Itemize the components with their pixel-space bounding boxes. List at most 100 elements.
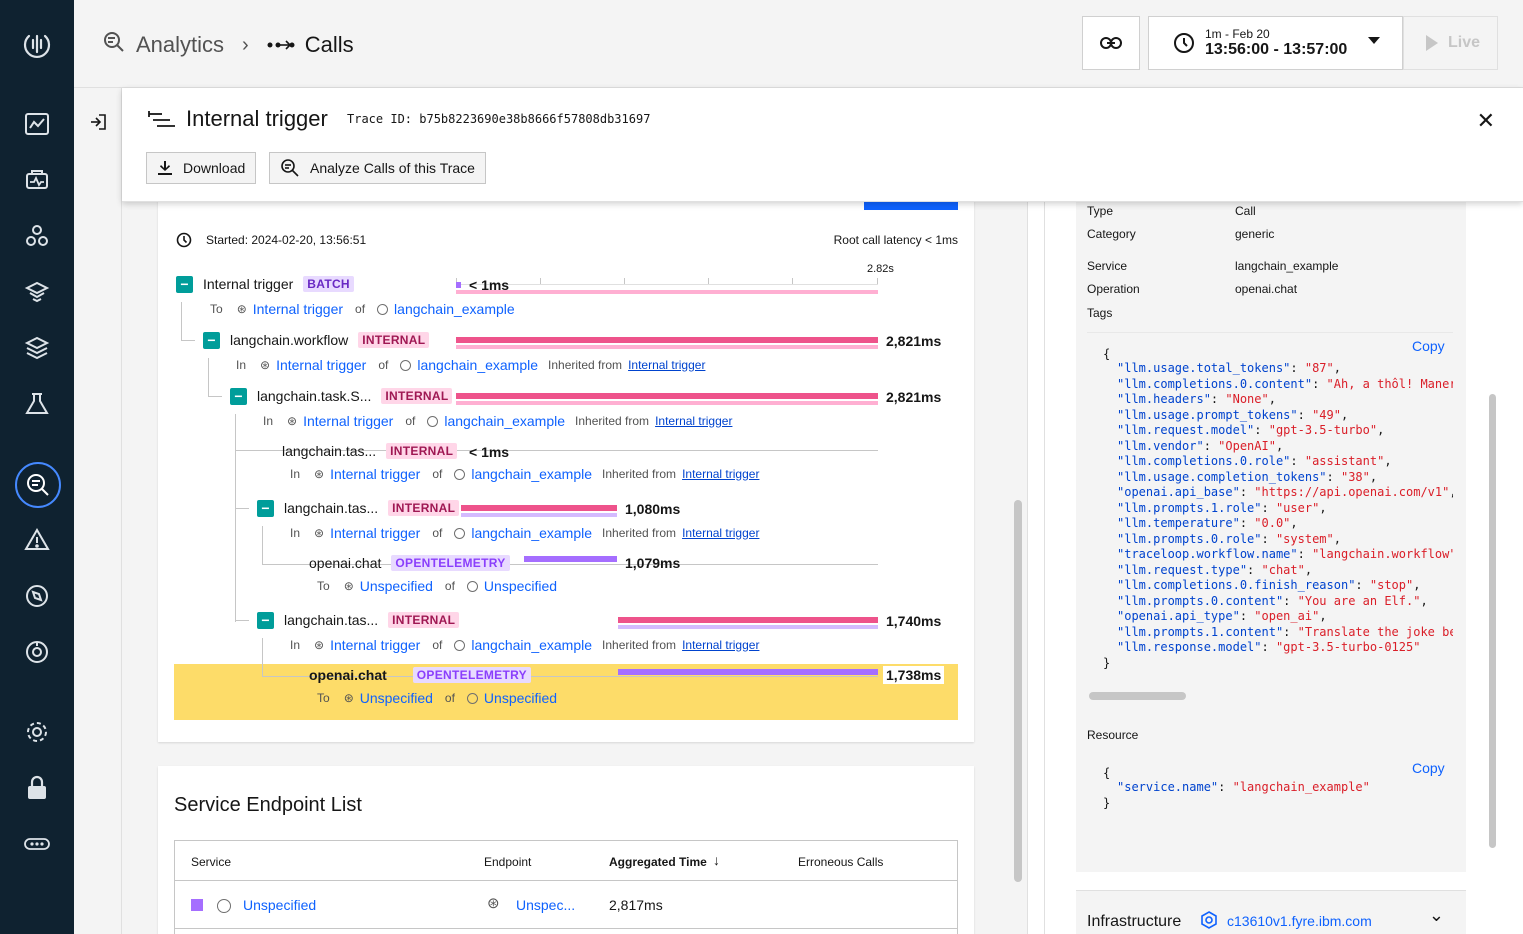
infrastructure-icon[interactable] [17, 328, 57, 368]
endpoint-icon: ⊛ [487, 895, 500, 912]
inherited-link[interactable]: Internal trigger [628, 358, 705, 372]
col-erroneous-calls[interactable]: Erroneous Calls [798, 855, 883, 869]
call-destination: To ⊛ Unspecified of Unspecified [317, 689, 557, 707]
endpoint-link[interactable]: Internal trigger [303, 413, 393, 429]
service-icon [400, 359, 412, 371]
tags-hscroll[interactable] [1089, 692, 1186, 700]
inherited-link[interactable]: Internal trigger [682, 467, 759, 481]
collapse-icon[interactable]: − [203, 331, 220, 349]
collapse-icon[interactable]: − [257, 611, 274, 629]
call-kind-tag: OPENTELEMETRY [412, 667, 531, 683]
ruler-tick [877, 278, 878, 284]
json-value: "You are an Elf." [1297, 593, 1421, 608]
trace-row[interactable]: langchain.tas... INTERNAL [282, 441, 458, 461]
download-button[interactable]: Download [146, 152, 257, 184]
analyze-icon [281, 159, 299, 177]
col-endpoint[interactable]: Endpoint [484, 855, 531, 869]
service-link[interactable]: Unspecified [484, 690, 557, 706]
lock-icon[interactable] [17, 768, 57, 808]
applications-icon[interactable] [17, 216, 57, 256]
row-endpoint-link[interactable]: Unspec... [516, 897, 575, 913]
col-aggregated-time[interactable]: Aggregated Time [609, 855, 707, 869]
copy-tags-button[interactable]: Copy [1412, 338, 1445, 354]
trace-row[interactable]: − langchain.task.S... INTERNAL [230, 386, 453, 406]
service-link[interactable]: langchain_example [471, 637, 592, 653]
infrastructure-host-link[interactable]: c13610v1.fyre.ibm.com [1227, 913, 1372, 929]
call-name: langchain.tas... [284, 612, 379, 628]
analytics-search-icon [102, 30, 126, 60]
synthetic-icon[interactable] [17, 384, 57, 424]
json-line: "llm.headers": "None", [1117, 392, 1276, 406]
link-icon [1100, 37, 1122, 49]
dashboard-icon[interactable] [17, 104, 57, 144]
copy-resource-button[interactable]: Copy [1412, 760, 1445, 776]
settings-icon[interactable] [17, 712, 57, 752]
collapse-icon[interactable]: − [257, 499, 274, 517]
trace-row-selected[interactable]: openai.chat OPENTELEMETRY [309, 665, 531, 685]
time-picker[interactable]: 1m - Feb 20 13:56:00 - 13:57:00 [1148, 16, 1403, 70]
infrastructure-row[interactable]: Infrastructure c13610v1.fyre.ibm.com ⌄ [1076, 890, 1466, 934]
service-link[interactable]: langchain_example [417, 357, 538, 373]
trace-row[interactable]: − langchain.tas... INTERNAL [257, 610, 460, 630]
endpoint-icon: ⊛ [287, 414, 298, 428]
endpoint-link[interactable]: Internal trigger [330, 637, 420, 653]
call-name: openai.chat [309, 667, 387, 683]
collapse-icon[interactable]: − [230, 387, 247, 405]
automation-icon[interactable] [17, 632, 57, 672]
json-value: "Ah, a thôl! Maner [1326, 376, 1453, 391]
instana-logo-icon[interactable] [17, 24, 57, 64]
json-value: "0.0" [1254, 516, 1291, 530]
endpoint-link[interactable]: Unspecified [360, 578, 433, 594]
endpoint-link[interactable]: Internal trigger [276, 357, 366, 373]
details-scrollbar[interactable] [1489, 394, 1496, 848]
content-scrollbar[interactable] [1014, 500, 1022, 882]
endpoint-table: Service Endpoint Aggregated Time ↓ Erron… [174, 840, 958, 934]
of-label: of [432, 526, 443, 540]
breadcrumb-analytics[interactable]: Analytics [136, 32, 224, 58]
endpoint-link[interactable]: Unspecified [360, 690, 433, 706]
service-link[interactable]: langchain_example [444, 413, 565, 429]
call-kind-tag: BATCH [303, 276, 354, 292]
inherited-link[interactable]: Internal trigger [682, 638, 759, 652]
endpoint-link[interactable]: Internal trigger [253, 301, 343, 317]
json-value: "system" [1275, 531, 1334, 546]
json-key: "llm.prompts.1.role" [1117, 500, 1262, 515]
ruler-tick [708, 278, 709, 284]
trace-row[interactable]: − langchain.workflow INTERNAL [203, 330, 430, 350]
analytics-icon[interactable] [15, 462, 61, 508]
websites-icon[interactable] [17, 160, 57, 200]
service-link[interactable]: langchain_example [471, 525, 592, 541]
copy-link-button[interactable] [1082, 16, 1140, 70]
platforms-icon[interactable] [17, 272, 57, 312]
close-icon[interactable]: ✕ [1477, 108, 1495, 134]
chevron-down-icon[interactable]: ⌄ [1429, 905, 1444, 926]
table-row[interactable]: Unspecified ⊛ Unspec... 2,817ms [175, 881, 957, 929]
collapse-icon[interactable]: − [176, 275, 193, 293]
json-value: "https://api.openai.com/v1" [1254, 485, 1450, 499]
live-button[interactable]: Live [1403, 16, 1498, 70]
col-service[interactable]: Service [191, 855, 231, 869]
trace-row[interactable]: − langchain.tas... INTERNAL [257, 498, 460, 518]
more-icon[interactable] [17, 824, 57, 864]
service-link[interactable]: Unspecified [484, 578, 557, 594]
trace-row[interactable]: − Internal trigger BATCH [176, 274, 354, 294]
row-service-link[interactable]: Unspecified [243, 897, 316, 913]
endpoint-link[interactable]: Internal trigger [330, 525, 420, 541]
inherited-link[interactable]: Internal trigger [682, 526, 759, 540]
download-label: Download [183, 160, 246, 176]
json-value: "49" [1312, 407, 1341, 422]
events-icon[interactable] [17, 520, 57, 560]
service-icon [217, 899, 231, 913]
inherited-link[interactable]: Internal trigger [655, 414, 732, 428]
analyze-calls-button[interactable]: Analyze Calls of this Trace [269, 152, 486, 184]
websites-monitor-icon[interactable] [17, 576, 57, 616]
json-value: "chat" [1261, 562, 1305, 577]
endpoint-icon: ⊛ [314, 638, 325, 652]
sub-prefix: To [210, 302, 223, 316]
service-link[interactable]: langchain_example [394, 301, 515, 317]
collapse-drawer-icon[interactable] [88, 112, 108, 135]
service-link[interactable]: langchain_example [471, 466, 592, 482]
trace-row[interactable]: openai.chat OPENTELEMETRY [309, 553, 510, 573]
endpoint-link[interactable]: Internal trigger [330, 466, 420, 482]
blue-tab-indicator [864, 202, 958, 210]
